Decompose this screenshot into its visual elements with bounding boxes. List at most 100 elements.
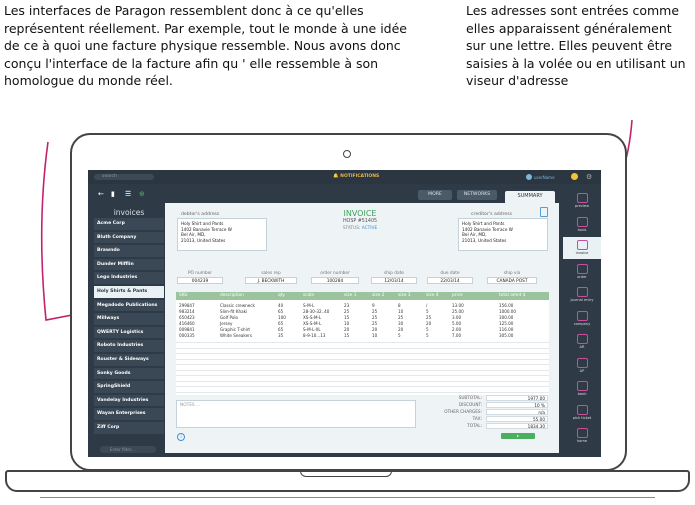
notifications-button[interactable]: 🔔 NOTIFICATIONS bbox=[333, 174, 379, 179]
rail-item[interactable]: journal entry bbox=[563, 284, 601, 306]
client-item[interactable]: Acme Corp bbox=[94, 218, 164, 231]
rail-item[interactable]: tools bbox=[563, 214, 601, 236]
column-header[interactable]: size 1 bbox=[344, 292, 356, 300]
items-table: 299847 Classic crewneck 40 S-M-L 23 9 8 / 13.00 1… bbox=[176, 300, 549, 395]
table-cell: S-M-L-XL bbox=[303, 327, 321, 332]
module-icon bbox=[576, 216, 588, 227]
field-input[interactable]: CANADA POST bbox=[487, 277, 537, 284]
document-icon[interactable] bbox=[540, 207, 548, 217]
rail-label: tools bbox=[577, 227, 587, 232]
status-label: STATUS: bbox=[342, 226, 361, 231]
gear-icon[interactable]: ⚙ bbox=[586, 173, 592, 181]
rail-item[interactable]: company bbox=[563, 308, 601, 330]
rail-item[interactable]: home bbox=[563, 425, 601, 447]
column-header[interactable]: price bbox=[452, 292, 463, 300]
field-label: PO number bbox=[187, 271, 213, 276]
client-item[interactable]: Millways bbox=[94, 313, 164, 326]
column-header[interactable]: size 4 bbox=[426, 292, 438, 300]
chart-icon[interactable]: ▮ bbox=[111, 190, 115, 198]
client-item[interactable]: Roboto Industries bbox=[94, 340, 164, 353]
rail-item[interactable]: AP bbox=[563, 355, 601, 377]
table-cell: 300.00 bbox=[499, 315, 514, 320]
field-input[interactable]: 100284 bbox=[311, 277, 359, 284]
rail-item[interactable]: bank bbox=[563, 378, 601, 400]
add-icon[interactable]: ⊕ bbox=[139, 190, 145, 198]
total-value[interactable]: 10 % bbox=[486, 402, 548, 409]
column-header[interactable]: total amnt $ bbox=[499, 292, 526, 300]
total-value[interactable]: 1977.00 bbox=[486, 395, 548, 402]
notes-field[interactable]: NOTES ... bbox=[176, 400, 416, 428]
client-item[interactable]: Dunder Mifflin bbox=[94, 258, 164, 272]
total-value[interactable]: n/a bbox=[486, 409, 548, 416]
column-header[interactable]: description bbox=[220, 292, 244, 300]
table-cell: 23 bbox=[344, 303, 350, 308]
field-label: due date bbox=[440, 271, 460, 276]
creditor-address-field[interactable]: Holy Shirt and Pants 1402 Banavie Terrac… bbox=[458, 218, 548, 251]
module-icon bbox=[576, 357, 588, 368]
client-item[interactable]: Wayan Enterprises bbox=[94, 408, 164, 421]
client-item[interactable]: Holy Shirts & Pants bbox=[94, 286, 164, 299]
table-cell: 28-30-32..40 bbox=[303, 309, 330, 314]
field-input[interactable]: 22/03/14 bbox=[427, 277, 473, 284]
rail-item[interactable]: preview bbox=[563, 190, 601, 212]
filter-input[interactable]: Enter filter... bbox=[100, 446, 156, 453]
avatar[interactable] bbox=[526, 174, 532, 180]
debtor-address-field[interactable]: Holy Shirt and Pants 1402 Banavie Terrac… bbox=[177, 218, 267, 251]
info-icon[interactable]: i bbox=[177, 433, 185, 441]
client-item[interactable]: Brawndo bbox=[94, 245, 164, 258]
module-icon bbox=[576, 287, 588, 297]
table-cell: 5 bbox=[426, 309, 429, 314]
rail-label: company bbox=[573, 321, 591, 326]
table-cell: XS-S-M-L bbox=[303, 321, 322, 326]
table-cell: 983214 bbox=[179, 309, 195, 314]
table-cell: 25 bbox=[426, 315, 432, 320]
table-cell: 25 bbox=[398, 315, 404, 320]
client-item[interactable]: Vandelay Industries bbox=[94, 394, 164, 408]
tab-summary[interactable]: SUMMARY bbox=[505, 191, 555, 203]
module-icon bbox=[576, 428, 588, 438]
client-item[interactable]: Megadodo Publications bbox=[94, 299, 164, 313]
rail-item[interactable]: order bbox=[563, 261, 601, 283]
client-item[interactable]: QWERTY Logistics bbox=[94, 326, 164, 340]
module-rail: preview tools invoice order journal entry com… bbox=[563, 184, 601, 457]
rail-item[interactable]: AR bbox=[563, 331, 601, 353]
tab-more[interactable]: MORE bbox=[418, 190, 452, 200]
client-item[interactable]: Sonky Goods bbox=[94, 367, 164, 381]
client-item[interactable]: Rouster & Sideways bbox=[94, 354, 164, 367]
theme-icon[interactable] bbox=[571, 173, 578, 180]
table-cell: 65 bbox=[278, 321, 284, 326]
column-header[interactable]: qty bbox=[278, 292, 285, 300]
rail-label: home bbox=[576, 439, 588, 443]
table-cell: 305.00 bbox=[499, 333, 514, 338]
field-input[interactable]: 12/03/14 bbox=[371, 277, 417, 284]
module-icon bbox=[576, 240, 588, 250]
module-icon bbox=[576, 310, 588, 321]
total-label: TAX: bbox=[472, 416, 482, 421]
table-cell: 7.00 bbox=[452, 333, 462, 338]
rail-label: AR bbox=[579, 345, 585, 349]
column-header[interactable]: size 2 bbox=[372, 292, 384, 300]
column-header[interactable]: scale bbox=[303, 292, 314, 300]
row-divider bbox=[176, 386, 549, 387]
status-badge: ACTIVE bbox=[361, 226, 378, 231]
search-input[interactable]: search bbox=[94, 174, 154, 180]
table-cell: 125.00 bbox=[499, 321, 514, 326]
field-input[interactable]: J. BECKWITH bbox=[245, 277, 297, 284]
confirm-button[interactable]: ▸ bbox=[501, 433, 535, 439]
field-input[interactable]: 004239 bbox=[177, 277, 223, 284]
rail-item[interactable]: invoice bbox=[563, 237, 601, 259]
column-header[interactable]: size 3 bbox=[398, 292, 410, 300]
list-icon[interactable]: ☰ bbox=[125, 190, 131, 198]
total-value[interactable]: 55.00 bbox=[486, 416, 548, 423]
rail-item[interactable]: pick ticket bbox=[563, 402, 601, 424]
client-item[interactable]: Lego Industries bbox=[94, 272, 164, 285]
client-item[interactable]: Bluth Company bbox=[94, 231, 164, 245]
user-name[interactable]: userName bbox=[534, 175, 555, 180]
back-arrow-icon[interactable]: ← bbox=[98, 190, 104, 198]
column-header[interactable]: SKU bbox=[179, 292, 188, 300]
rail-label: invoice bbox=[575, 251, 589, 255]
client-item[interactable]: Ziff Corp bbox=[94, 422, 164, 435]
tab-networks[interactable]: NETWORKS bbox=[457, 190, 497, 200]
client-item[interactable]: SpringShield bbox=[94, 381, 164, 394]
total-value[interactable]: 1834.30 bbox=[486, 423, 548, 430]
